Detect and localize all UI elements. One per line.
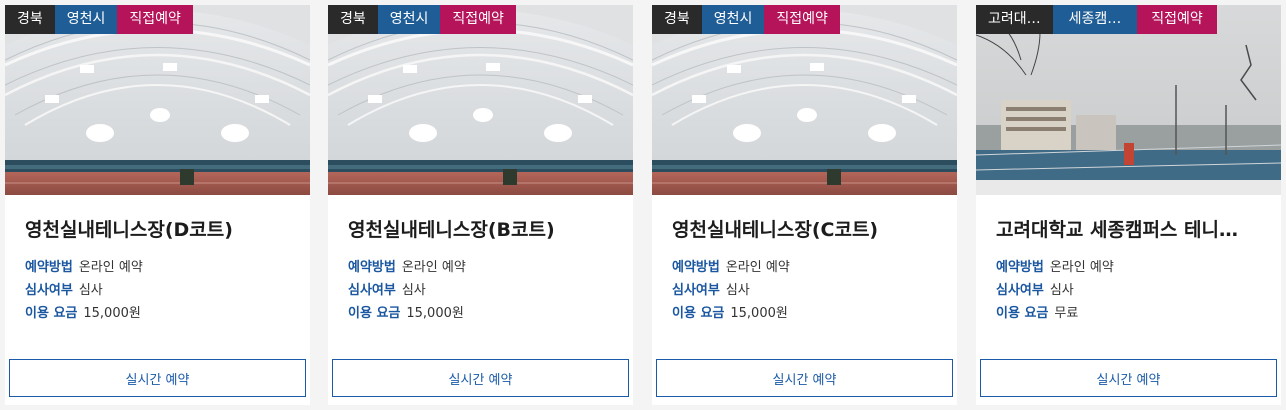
booking-method-label: 예약방법 bbox=[348, 260, 396, 275]
region-tag: 경북 bbox=[328, 5, 378, 34]
booking-method-value: 온라인 예약 bbox=[1049, 260, 1114, 275]
booking-method-row: 예약방법 온라인 예약 bbox=[996, 256, 1281, 279]
review-label: 심사여부 bbox=[25, 283, 73, 298]
facility-thumbnail[interactable]: 경북 영천시 직접예약 bbox=[652, 5, 957, 195]
fee-value: 15,000원 bbox=[730, 306, 788, 321]
booking-method-value: 온라인 예약 bbox=[725, 260, 790, 275]
city-tag: 영천시 bbox=[701, 5, 765, 34]
fee-label: 이용 요금 bbox=[25, 306, 78, 321]
tag-group: 경북 영천시 직접예약 bbox=[5, 5, 193, 34]
fee-row: 이용 요금 무료 bbox=[996, 302, 1281, 325]
review-label: 심사여부 bbox=[996, 283, 1044, 298]
region-tag: 고려대… bbox=[976, 5, 1053, 34]
facility-info: 예약방법 온라인 예약 심사여부 심사 이용 요금 15,000원 bbox=[348, 256, 633, 325]
city-tag: 영천시 bbox=[54, 5, 118, 34]
review-row: 심사여부 심사 bbox=[348, 279, 633, 302]
review-row: 심사여부 심사 bbox=[25, 279, 310, 302]
fee-label: 이용 요금 bbox=[996, 306, 1049, 321]
facility-info: 예약방법 온라인 예약 심사여부 심사 이용 요금 15,000원 bbox=[672, 256, 957, 325]
fee-value: 15,000원 bbox=[406, 306, 464, 321]
booking-method-value: 온라인 예약 bbox=[78, 260, 143, 275]
fee-value: 15,000원 bbox=[83, 306, 141, 321]
city-tag: 영천시 bbox=[377, 5, 441, 34]
booking-method-row: 예약방법 온라인 예약 bbox=[25, 256, 310, 279]
facility-info: 예약방법 온라인 예약 심사여부 심사 이용 요금 15,000원 bbox=[25, 256, 310, 325]
review-label: 심사여부 bbox=[672, 283, 720, 298]
tag-group: 경북 영천시 직접예약 bbox=[328, 5, 516, 34]
booking-method-row: 예약방법 온라인 예약 bbox=[672, 256, 957, 279]
realtime-reservation-button[interactable]: 실시간 예약 bbox=[9, 359, 306, 397]
review-value: 심사 bbox=[78, 283, 103, 298]
booking-type-tag: 직접예약 bbox=[117, 5, 193, 34]
facility-title[interactable]: 영천실내테니스장(B코트) bbox=[348, 215, 618, 242]
booking-type-tag: 직접예약 bbox=[1137, 5, 1217, 34]
realtime-reservation-button[interactable]: 실시간 예약 bbox=[332, 359, 629, 397]
facility-card-list: 경북 영천시 직접예약 영천실내테니스장(D코트) 예약방법 온라인 예약 심사여… bbox=[0, 0, 1286, 410]
region-tag: 경북 bbox=[652, 5, 702, 34]
facility-title[interactable]: 고려대학교 세종캠퍼스 테니… bbox=[996, 215, 1266, 242]
review-row: 심사여부 심사 bbox=[672, 279, 957, 302]
realtime-reservation-button[interactable]: 실시간 예약 bbox=[980, 359, 1277, 397]
tag-group: 경북 영천시 직접예약 bbox=[652, 5, 840, 34]
fee-row: 이용 요금 15,000원 bbox=[672, 302, 957, 325]
facility-thumbnail[interactable]: 고려대… 세종캠… 직접예약 bbox=[976, 5, 1281, 195]
review-label: 심사여부 bbox=[348, 283, 396, 298]
fee-row: 이용 요금 15,000원 bbox=[25, 302, 310, 325]
booking-type-tag: 직접예약 bbox=[440, 5, 516, 34]
review-value: 심사 bbox=[725, 283, 750, 298]
fee-value: 무료 bbox=[1054, 306, 1079, 321]
tag-group: 고려대… 세종캠… 직접예약 bbox=[976, 5, 1217, 34]
facility-card[interactable]: 경북 영천시 직접예약 영천실내테니스장(C코트) 예약방법 온라인 예약 심사여… bbox=[652, 5, 957, 405]
booking-method-label: 예약방법 bbox=[25, 260, 73, 275]
booking-method-label: 예약방법 bbox=[996, 260, 1044, 275]
review-value: 심사 bbox=[1049, 283, 1074, 298]
facility-info: 예약방법 온라인 예약 심사여부 심사 이용 요금 무료 bbox=[996, 256, 1281, 325]
facility-title[interactable]: 영천실내테니스장(C코트) bbox=[672, 215, 942, 242]
facility-card[interactable]: 경북 영천시 직접예약 영천실내테니스장(D코트) 예약방법 온라인 예약 심사여… bbox=[5, 5, 310, 405]
facility-thumbnail[interactable]: 경북 영천시 직접예약 bbox=[5, 5, 310, 195]
facility-thumbnail[interactable]: 경북 영천시 직접예약 bbox=[328, 5, 633, 195]
review-value: 심사 bbox=[401, 283, 426, 298]
realtime-reservation-button[interactable]: 실시간 예약 bbox=[656, 359, 953, 397]
facility-card[interactable]: 고려대… 세종캠… 직접예약 고려대학교 세종캠퍼스 테니… 예약방법 온라인 예… bbox=[976, 5, 1281, 405]
review-row: 심사여부 심사 bbox=[996, 279, 1281, 302]
booking-method-value: 온라인 예약 bbox=[401, 260, 466, 275]
facility-title[interactable]: 영천실내테니스장(D코트) bbox=[25, 215, 295, 242]
fee-row: 이용 요금 15,000원 bbox=[348, 302, 633, 325]
booking-type-tag: 직접예약 bbox=[764, 5, 840, 34]
region-tag: 경북 bbox=[5, 5, 55, 34]
city-tag: 세종캠… bbox=[1052, 5, 1138, 34]
fee-label: 이용 요금 bbox=[672, 306, 725, 321]
fee-label: 이용 요금 bbox=[348, 306, 401, 321]
facility-card[interactable]: 경북 영천시 직접예약 영천실내테니스장(B코트) 예약방법 온라인 예약 심사여… bbox=[328, 5, 633, 405]
booking-method-label: 예약방법 bbox=[672, 260, 720, 275]
booking-method-row: 예약방법 온라인 예약 bbox=[348, 256, 633, 279]
